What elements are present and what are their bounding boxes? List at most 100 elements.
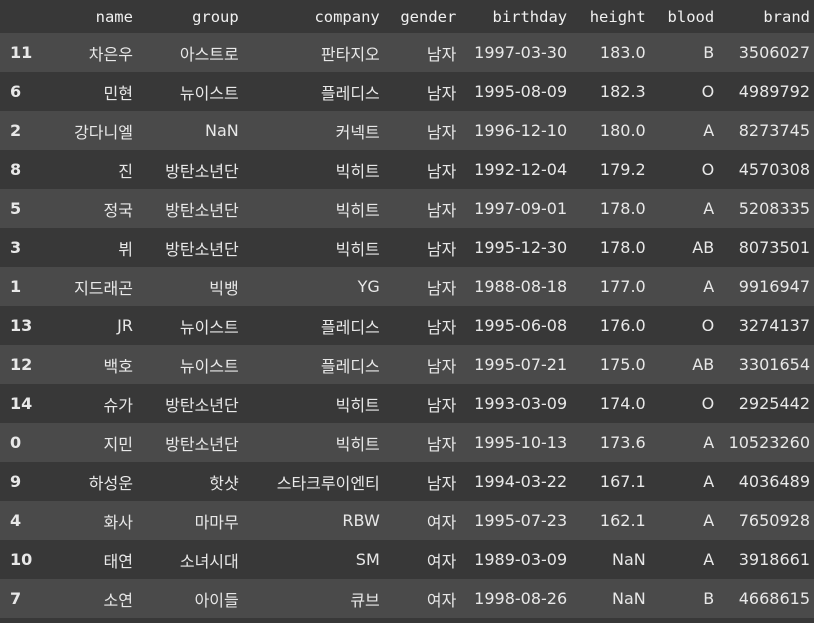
cell-blood: A (703, 472, 715, 491)
cell-group: 마마무 (194, 512, 239, 532)
cell-company: 큐브 (350, 590, 380, 610)
cell-company: 빅히트 (335, 395, 380, 415)
cell-name: 뷔 (118, 239, 133, 259)
cell-name: 지민 (103, 434, 133, 454)
cell-blood: O (701, 316, 715, 335)
cell-height: 179.2 (599, 160, 646, 179)
cell-group: NaN (204, 121, 239, 140)
cell-blood: AB (692, 355, 715, 374)
table-row: 0 지민 방탄소년단 빅히트 남자 1995-10-13 173.6 A 10523260 (0, 423, 814, 462)
column-header-height: height (589, 7, 646, 26)
table-row: 3 뷔 방탄소년단 빅히트 남자 1995-12-30 178.0 AB 8073501 (0, 228, 814, 267)
cell-company: 커넥트 (335, 122, 380, 142)
cell-group: 아이들 (194, 590, 239, 610)
cell-birthday: 1995-08-09 (474, 82, 568, 101)
cell-name: 소연 (103, 590, 133, 610)
cell-height: 176.0 (599, 316, 646, 335)
cell-company: SM (355, 550, 380, 569)
table-row: 11 차은우 아스트로 판타지오 남자 1997-03-30 183.0 B 3506027 (0, 33, 814, 72)
cell-group: 뉴이스트 (179, 83, 239, 103)
table-row: 10 태연 소녀시대 SM 여자 1989-03-09 NaN A 3918661 (0, 540, 814, 579)
cell-company: 빅히트 (335, 161, 380, 181)
cell-name: 슈가 (103, 395, 133, 415)
cell-birthday: 1995-10-13 (474, 433, 568, 452)
cell-name: 화사 (103, 512, 133, 532)
cell-birthday: 1995-06-08 (474, 316, 568, 335)
cell-gender: 남자 (426, 44, 457, 64)
cell-group: 뉴이스트 (179, 356, 239, 376)
cell-name: 정국 (103, 200, 133, 220)
cell-blood: A (703, 121, 715, 140)
cell-birthday: 1989-03-09 (474, 550, 568, 569)
row-index: 13 (10, 316, 33, 335)
cell-group: 뉴이스트 (179, 317, 239, 337)
table-header: name group company gender birthday height bloo… (0, 0, 814, 33)
cell-brand: 7650928 (738, 511, 810, 530)
row-index: 9 (10, 472, 22, 491)
row-index: 14 (10, 394, 33, 413)
cell-brand: 3918661 (738, 550, 810, 569)
cell-height: 180.0 (599, 121, 646, 140)
cell-brand: 9916947 (738, 277, 810, 296)
row-index: 5 (10, 199, 22, 218)
cell-group: 방탄소년단 (165, 239, 239, 259)
cell-birthday: 1994-03-22 (474, 472, 568, 491)
column-header-group: group (192, 7, 239, 26)
table-row: 7 소연 아이들 큐브 여자 1998-08-26 NaN B 4668615 (0, 579, 814, 618)
cell-height: 178.0 (599, 238, 646, 257)
cell-height: 174.0 (599, 394, 646, 413)
table-row: 6 민현 뉴이스트 플레디스 남자 1995-08-09 182.3 O 4989792 (0, 72, 814, 111)
row-index: 11 (10, 43, 33, 62)
cell-height: NaN (611, 550, 646, 569)
cell-height: 162.1 (599, 511, 646, 530)
cell-blood: O (701, 82, 715, 101)
column-header-gender: gender (400, 7, 457, 26)
row-index: 0 (10, 433, 22, 452)
cell-brand: 5208335 (738, 199, 810, 218)
cell-name: 백호 (103, 356, 133, 376)
cell-brand: 3506027 (738, 43, 810, 62)
table-row: 4 화사 마마무 RBW 여자 1995-07-23 162.1 A 7650928 (0, 501, 814, 540)
column-header-birthday: birthday (492, 7, 568, 26)
cell-brand: 3301654 (738, 355, 810, 374)
cell-company: 빅히트 (335, 434, 380, 454)
cell-gender: 남자 (426, 395, 457, 415)
cell-company: 플레디스 (320, 83, 380, 103)
cell-gender: 남자 (426, 317, 457, 337)
cell-company: 빅히트 (335, 200, 380, 220)
cell-name: 지드래곤 (74, 278, 133, 298)
cell-group: 아스트로 (179, 44, 239, 64)
cell-company: 판타지오 (320, 44, 380, 64)
cell-gender: 남자 (426, 200, 457, 220)
cell-group: 방탄소년단 (165, 161, 239, 181)
cell-brand: 4668615 (738, 589, 810, 608)
cell-blood: A (703, 199, 715, 218)
cell-brand: 8273745 (738, 121, 810, 140)
cell-blood: B (703, 589, 715, 608)
cell-height: NaN (611, 589, 646, 608)
row-index: 1 (10, 277, 22, 296)
row-index: 7 (10, 589, 22, 608)
cell-blood: A (703, 511, 715, 530)
cell-brand: 3274137 (738, 316, 810, 335)
cell-gender: 남자 (426, 278, 457, 298)
cell-company: 빅히트 (335, 239, 380, 259)
cell-brand: 10523260 (728, 433, 810, 452)
dataframe-output: name group company gender birthday height bloo… (0, 0, 814, 623)
cell-brand: 2925442 (738, 394, 810, 413)
cell-birthday: 1988-08-18 (474, 277, 568, 296)
cell-name: 민현 (103, 83, 133, 103)
table-row: 14 슈가 방탄소년단 빅히트 남자 1993-03-09 174.0 O 2925442 (0, 384, 814, 423)
column-header-brand: brand (763, 7, 810, 26)
table-row: 8 진 방탄소년단 빅히트 남자 1992-12-04 179.2 O 4570308 (0, 150, 814, 189)
cell-name: 강다니엘 (74, 122, 133, 142)
cell-blood: AB (692, 238, 715, 257)
cell-birthday: 1995-07-21 (474, 355, 568, 374)
row-index: 3 (10, 238, 22, 257)
cell-name: 하성운 (88, 473, 133, 493)
row-index: 8 (10, 160, 22, 179)
cell-company: RBW (342, 511, 380, 530)
cell-gender: 여자 (426, 551, 457, 571)
cell-gender: 남자 (426, 473, 457, 493)
cell-company: YG (357, 277, 380, 296)
